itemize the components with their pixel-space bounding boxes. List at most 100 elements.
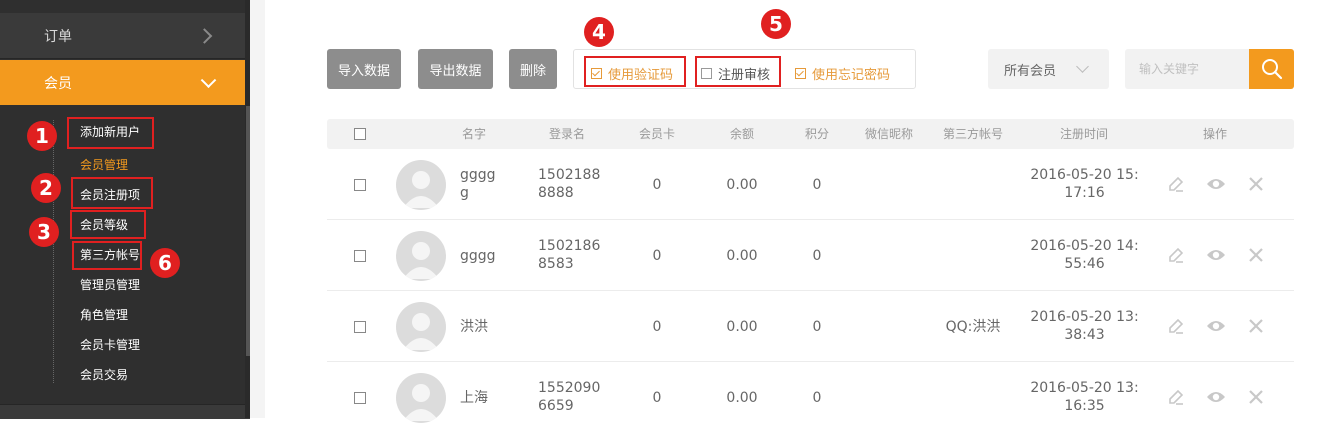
- eye-icon[interactable]: [1206, 387, 1226, 407]
- option-forgot-password[interactable]: 使用忘记密码: [795, 64, 890, 83]
- sidebar: 订单 会员 添加新用户 会员管理 会员注册项 会员等级 第三方帐号 管理员管理 …: [0, 0, 250, 419]
- cell-reg-date: 2016-05-20 15:: [1030, 167, 1139, 183]
- cell-login-cont: 6659: [538, 398, 574, 414]
- nav-item-order[interactable]: 订单: [0, 13, 250, 59]
- avatar: [396, 373, 446, 423]
- column-balance: 余额: [729, 127, 754, 141]
- annotation-badge-3: 3: [29, 217, 59, 247]
- cell-login: 1502186: [538, 238, 601, 254]
- nav-item-member-label: 会员: [44, 75, 72, 92]
- search-input[interactable]: [1125, 49, 1250, 89]
- cell-points: 0: [812, 319, 822, 335]
- member-filter-select[interactable]: 所有会员: [988, 49, 1109, 89]
- option-forgot-password-label: 使用忘记密码: [812, 68, 891, 83]
- table-row: 上海 1552090 6659 0 0.00 0 2016-05-20 13: …: [327, 362, 1294, 433]
- cell-member-card: 0: [652, 248, 662, 264]
- annotation-badge-1: 1: [27, 121, 57, 151]
- cell-name: gggg: [460, 248, 496, 264]
- cell-reg-time: 38:43: [1064, 327, 1105, 343]
- column-member-card: 会员卡: [638, 127, 675, 141]
- avatar: [396, 231, 446, 281]
- cell-balance: 0.00: [726, 319, 758, 335]
- cell-reg-time: 17:16: [1064, 185, 1105, 201]
- edit-icon[interactable]: [1166, 245, 1186, 265]
- cell-balance: 0.00: [726, 177, 758, 193]
- import-data-button[interactable]: 导入数据: [327, 49, 401, 89]
- cell-login: 1502188: [538, 167, 601, 183]
- delete-button[interactable]: 删除: [509, 49, 557, 89]
- submenu-member-management[interactable]: 会员管理: [80, 157, 128, 173]
- row-checkbox[interactable]: [354, 250, 366, 262]
- annotation-box-4: [584, 56, 686, 87]
- cell-name: 上海: [460, 390, 488, 406]
- eye-icon[interactable]: [1206, 174, 1226, 194]
- column-points: 积分: [804, 127, 829, 141]
- row-checkbox[interactable]: [354, 321, 366, 333]
- column-third-party: 第三方帐号: [942, 127, 1003, 141]
- divider: [250, 0, 265, 418]
- close-icon[interactable]: [1246, 245, 1266, 265]
- eye-icon[interactable]: [1206, 245, 1226, 265]
- annotation-box-6: [72, 241, 142, 270]
- cell-balance: 0.00: [726, 248, 758, 264]
- column-login: 登录名: [548, 127, 585, 141]
- edit-icon[interactable]: [1166, 316, 1186, 336]
- cell-name-cont: g: [460, 185, 469, 201]
- close-icon[interactable]: [1246, 387, 1266, 407]
- avatar: [396, 160, 446, 210]
- cell-reg-date: 2016-05-20 13:: [1030, 309, 1139, 325]
- submenu-role-management[interactable]: 角色管理: [80, 307, 128, 323]
- checkbox-forgot-password[interactable]: [795, 68, 806, 79]
- table-header: 名字 登录名 会员卡 余额 积分 微信昵称 第三方帐号 注册时间 操作: [327, 119, 1294, 149]
- table-row: 洪洪 0 0.00 0 QQ:洪洪 2016-05-20 13: 38:43: [327, 291, 1294, 362]
- annotation-box-5: [695, 56, 781, 87]
- chevron-right-icon: [196, 27, 213, 44]
- search-button[interactable]: [1249, 49, 1294, 89]
- cell-reg-date: 2016-05-20 14:: [1030, 238, 1139, 254]
- annotation-badge-2: 2: [31, 173, 61, 203]
- select-all-checkbox[interactable]: [354, 128, 366, 140]
- submenu-admin-management[interactable]: 管理员管理: [80, 277, 140, 293]
- cell-member-card: 0: [652, 319, 662, 335]
- column-actions: 操作: [1202, 127, 1227, 141]
- eye-icon[interactable]: [1206, 316, 1226, 336]
- cell-reg-time: 55:46: [1064, 256, 1105, 272]
- cell-reg-date: 2016-05-20 13:: [1030, 380, 1139, 396]
- submenu-member-transactions[interactable]: 会员交易: [80, 367, 128, 383]
- cell-login-cont: 8888: [538, 185, 574, 201]
- annotation-badge-5: 5: [761, 9, 791, 39]
- avatar: [396, 302, 446, 352]
- cell-name: gggg: [460, 167, 496, 183]
- column-wechat-nickname: 微信昵称: [864, 127, 913, 141]
- column-registration-time: 注册时间: [1059, 127, 1108, 141]
- edit-icon[interactable]: [1166, 174, 1186, 194]
- row-checkbox[interactable]: [354, 392, 366, 404]
- column-name: 名字: [461, 127, 486, 141]
- cell-name: 洪洪: [460, 319, 488, 335]
- search-icon: [1261, 59, 1282, 80]
- cell-points: 0: [812, 248, 822, 264]
- nav-item-member[interactable]: 会员: [0, 60, 250, 105]
- annotation-box-3: [70, 210, 146, 239]
- cell-login: 1552090: [538, 380, 601, 396]
- cell-points: 0: [812, 177, 822, 193]
- cell-third-party: QQ:洪洪: [945, 319, 1001, 335]
- annotation-box-1: [67, 117, 154, 149]
- cell-member-card: 0: [652, 177, 662, 193]
- nav-item-order-label: 订单: [44, 28, 72, 45]
- cell-points: 0: [812, 390, 822, 406]
- close-icon[interactable]: [1246, 174, 1266, 194]
- submenu-member-card-management[interactable]: 会员卡管理: [80, 337, 140, 353]
- cell-member-card: 0: [652, 390, 662, 406]
- edit-icon[interactable]: [1166, 387, 1186, 407]
- nav-item-next[interactable]: [0, 404, 250, 419]
- row-checkbox[interactable]: [354, 179, 366, 191]
- tree-line: [53, 120, 54, 383]
- cell-balance: 0.00: [726, 390, 758, 406]
- chevron-down-icon: [1076, 60, 1089, 73]
- cell-login-cont: 8583: [538, 256, 574, 272]
- export-data-button[interactable]: 导出数据: [418, 49, 493, 89]
- close-icon[interactable]: [1246, 316, 1266, 336]
- member-filter-value: 所有会员: [1004, 63, 1057, 79]
- table-row: gggg g 1502188 8888 0 0.00 0 2016-05-20 …: [327, 149, 1294, 220]
